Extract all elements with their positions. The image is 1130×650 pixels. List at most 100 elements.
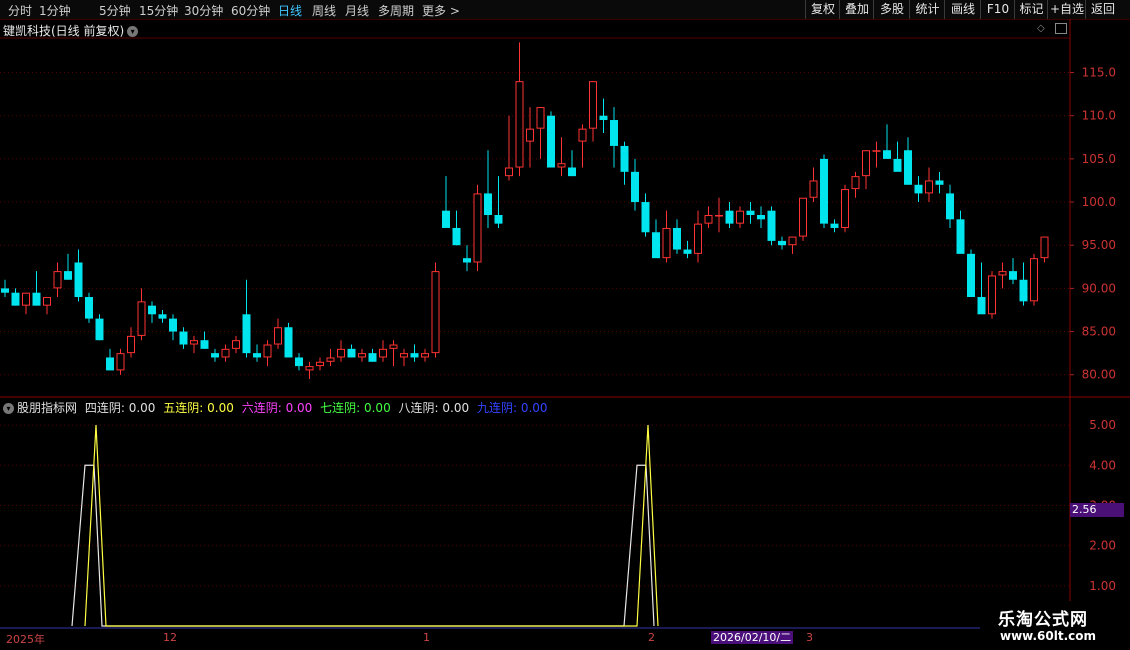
- four-yin-line: [71, 464, 655, 627]
- price-tick-label: 105.0: [1082, 152, 1116, 166]
- candle-body: [116, 353, 125, 371]
- candle-body: [32, 292, 41, 306]
- indicator-item: 八连阴: 0.00: [398, 401, 470, 415]
- candle-body: [578, 128, 587, 142]
- candle-body: [295, 357, 303, 367]
- candle-body: [274, 327, 282, 345]
- candle-body: [494, 215, 503, 224]
- crosshair-date-badge: 2026/02/10/二: [711, 631, 794, 644]
- panel-toggle-icon[interactable]: [1055, 23, 1067, 34]
- candle-body: [137, 301, 146, 336]
- candle-body: [358, 353, 366, 358]
- candle-body: [389, 344, 398, 349]
- candle-body: [169, 318, 177, 332]
- candle-body: [232, 340, 240, 349]
- candle-body: [127, 335, 135, 354]
- candle-body: [200, 340, 209, 349]
- candle-body: [568, 167, 576, 177]
- price-tick-label: 110.0: [1082, 109, 1116, 123]
- candle-body: [242, 314, 251, 354]
- indicator-tick-label: 1.00: [1089, 579, 1116, 593]
- candle-body: [64, 271, 72, 280]
- candle-body: [305, 366, 314, 371]
- candle-body: [410, 353, 419, 358]
- indicator-menu-icon[interactable]: ▾: [3, 403, 14, 414]
- candle-body: [935, 180, 944, 185]
- candle-body: [967, 253, 975, 298]
- candle-body: [179, 331, 188, 345]
- candle-body: [211, 353, 219, 358]
- candle-body: [421, 353, 429, 358]
- price-tick-label: 90.00: [1082, 281, 1116, 295]
- candle-body: [1030, 258, 1038, 302]
- candle-body: [347, 348, 356, 358]
- candle-body: [431, 271, 440, 354]
- dropdown-icon[interactable]: ▾: [127, 26, 139, 37]
- candle-body: [809, 180, 818, 198]
- candle-body: [484, 193, 492, 215]
- candle-body: [704, 215, 713, 224]
- candle-body: [820, 158, 828, 224]
- candle-body: [22, 292, 30, 306]
- candle-body: [368, 353, 377, 362]
- indicator-name[interactable]: 股朋指标网: [17, 401, 77, 415]
- x-label-month: 1: [423, 631, 430, 644]
- diamond-icon[interactable]: ◇: [1037, 23, 1045, 34]
- candle-body: [956, 219, 965, 254]
- candle-body: [442, 210, 450, 228]
- x-label-month: 2: [648, 631, 655, 644]
- candle-body: [946, 193, 954, 220]
- candle-body: [284, 327, 293, 358]
- candle-body: [977, 297, 986, 315]
- candle-body: [473, 193, 482, 263]
- candle-body: [631, 171, 639, 203]
- candle-body: [683, 249, 692, 254]
- indicator-tick-label: 4.00: [1089, 458, 1116, 472]
- candle-body: [988, 275, 996, 315]
- candle-body: [74, 262, 83, 298]
- candle-body: [757, 215, 765, 220]
- candle-body: [379, 348, 387, 358]
- candle-body: [851, 176, 860, 190]
- stock-title: 键凯科技(日线 前复权): [3, 24, 125, 38]
- x-label-year: 2025年: [6, 633, 45, 646]
- candle-body: [557, 163, 566, 168]
- candle-body: [788, 236, 797, 246]
- candle-body: [536, 107, 545, 129]
- candle-body: [778, 240, 786, 246]
- candle-body: [767, 210, 776, 241]
- candle-body: [862, 150, 870, 177]
- candle-body: [904, 150, 912, 185]
- candle-body: [263, 344, 272, 358]
- candle-body: [610, 120, 618, 146]
- kline-chart[interactable]: 115.0 110.0 105.0 100.0 95.00 90.00 85.00 80.00…: [0, 0, 1130, 650]
- indicator-item: 九连阴: 0.00: [476, 401, 548, 415]
- candle-body: [715, 215, 723, 217]
- candle-body: [505, 167, 513, 177]
- indicator-item: 四连阴: 0.00: [84, 401, 156, 415]
- candle-body: [106, 357, 114, 371]
- candle-body: [830, 223, 839, 228]
- candle-body: [1009, 271, 1017, 280]
- candle-body: [662, 227, 671, 259]
- candle-body: [452, 227, 461, 246]
- candle-body: [589, 81, 597, 129]
- candle-body: [1, 288, 9, 293]
- candle-body: [85, 297, 93, 319]
- watermark-url: www.60lt.com: [1000, 629, 1097, 643]
- candle-body: [725, 210, 734, 224]
- x-label-month: 12: [163, 631, 177, 644]
- crosshair-value-badge: 2.56: [1070, 503, 1124, 517]
- candle-body: [1019, 279, 1028, 302]
- candle-body: [641, 202, 650, 233]
- indicator-header: ▾ 股朋指标网 四连阴: 0.00 五连阴: 0.00 六连阴: 0.00 七连阴…: [3, 399, 552, 416]
- candle-body: [463, 258, 471, 263]
- price-tick-label: 85.00: [1082, 325, 1116, 339]
- price-tick-label: 95.00: [1082, 238, 1116, 252]
- candle-body: [925, 180, 933, 194]
- candle-body: [515, 81, 524, 168]
- watermark-logo: 乐淘公式网 www.60lt.com: [980, 601, 1130, 650]
- candle-body: [736, 210, 744, 224]
- indicator-item: 七连阴: 0.00: [320, 401, 391, 415]
- candle-body: [872, 150, 881, 152]
